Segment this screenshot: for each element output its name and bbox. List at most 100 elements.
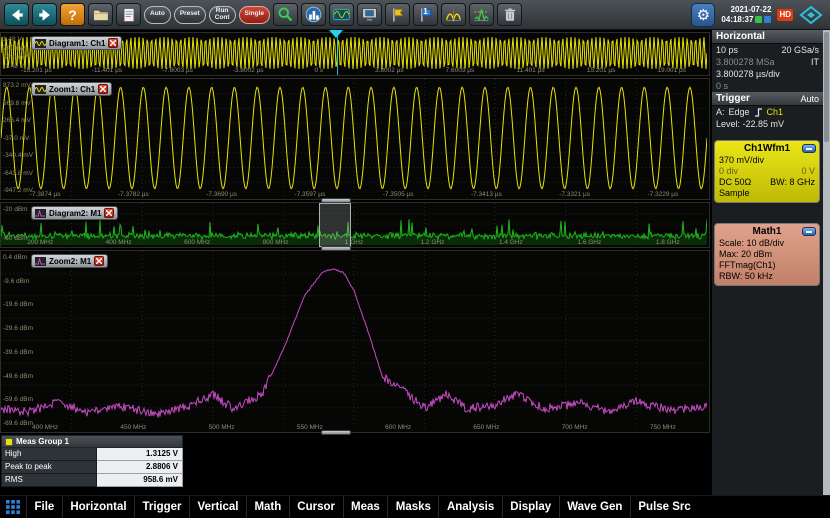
single-label: Single [244, 10, 265, 18]
marker-flag-button[interactable]: 1 [413, 3, 439, 26]
math1-max-value: Max: 20 dBm [719, 249, 773, 259]
zoom2-panel[interactable]: Zoom2: M1 0.4 dBm -9.6 dBm -19.6 dBm -29.6 … [0, 250, 710, 433]
close-icon[interactable] [98, 84, 109, 94]
run-continuous-button[interactable]: Run Cont [208, 5, 236, 24]
menu-item-meas[interactable]: Meas [342, 495, 388, 518]
delete-button[interactable] [497, 3, 523, 26]
zoom2-tab[interactable]: Zoom2: M1 [31, 254, 109, 268]
menu-item-display[interactable]: Display [501, 495, 559, 518]
close-icon[interactable] [94, 256, 105, 266]
diagram1-tab[interactable]: Diagram1: Ch1 [31, 36, 123, 50]
marker-number: 1 [423, 7, 428, 16]
spectrum-icon [474, 9, 489, 22]
meas-label: High [1, 448, 97, 461]
channel-waveform-icon [35, 38, 46, 48]
magnifier-icon [278, 7, 293, 22]
gear-icon: ⚙ [696, 6, 711, 24]
trigger-section-header[interactable]: Trigger Auto [712, 92, 823, 106]
minimize-icon[interactable] [802, 227, 816, 236]
menu-item-file[interactable]: File [26, 495, 62, 518]
ch1-signal-card[interactable]: Ch1Wfm1 370 mV/div 0 div 0 V DC 50Ω BW: … [714, 140, 820, 203]
scrollbar-thumb[interactable] [824, 32, 829, 142]
folder-icon [93, 9, 109, 21]
histogram-button[interactable] [301, 3, 327, 26]
time-text: 04:18:37 [721, 14, 754, 24]
meas-group-header[interactable]: Meas Group 1 [1, 435, 183, 448]
ch1-coupling-value: DC 50Ω [719, 177, 752, 187]
panel-splitter[interactable] [321, 430, 351, 435]
annotate-flag-button[interactable] [385, 3, 411, 26]
zoom2-tab-label: Zoom2: M1 [49, 256, 92, 266]
monitor-icon [362, 8, 377, 21]
spectrum-button[interactable] [469, 3, 495, 26]
math-waveform-icon [35, 256, 46, 266]
horizontal-row: 3.800278 MSa IT [712, 56, 823, 68]
menu-item-horizontal[interactable]: Horizontal [61, 495, 134, 518]
menu-item-trigger[interactable]: Trigger [134, 495, 189, 518]
resolution-value: 10 ps [716, 45, 739, 55]
menu-item-masks[interactable]: Masks [387, 495, 438, 518]
zoom-button[interactable] [273, 3, 299, 26]
meas-value: 2.8806 V [97, 461, 183, 474]
diagram1-panel[interactable]: Diagram1: Ch1 1.48 V 740 mV -740 mV -1.48 V… [0, 32, 710, 76]
single-button[interactable]: Single [238, 5, 271, 24]
sidebar-scrollbar[interactable] [823, 30, 830, 495]
math1-card-title: Math1 [752, 226, 782, 237]
menu-item-math[interactable]: Math [245, 495, 289, 518]
meas-gate-button[interactable] [329, 3, 355, 26]
trigger-source-value: Ch1 [766, 107, 784, 117]
trigger-title: Trigger [716, 93, 750, 104]
meas-label: Peak to peak [1, 461, 97, 474]
menu-item-wave-gen[interactable]: Wave Gen [558, 495, 630, 518]
diagram2-tab[interactable]: Diagram2: M1 [31, 206, 119, 220]
trigger-event-label: A: [716, 107, 725, 117]
menu-item-vertical[interactable]: Vertical [189, 495, 246, 518]
horizontal-section-header[interactable]: Horizontal [712, 30, 823, 44]
menu-item-cursor[interactable]: Cursor [288, 495, 343, 518]
top-toolbar: ? Auto Preset Run Cont Single 1 ⚙ 2021-0… [0, 0, 830, 30]
undo-button[interactable] [4, 3, 29, 26]
hd-badge: HD [777, 8, 793, 21]
redo-button[interactable] [32, 3, 57, 26]
close-icon[interactable] [104, 208, 115, 218]
open-recall-button[interactable] [88, 3, 113, 26]
bottom-menu-bar: File Horizontal Trigger Vertical Math Cu… [0, 495, 830, 518]
math-waveform-icon [35, 208, 46, 218]
meas-value: 958.6 mV [97, 474, 183, 487]
autoset-button[interactable]: Auto [144, 5, 171, 24]
zoom1-tab[interactable]: Zoom1: Ch1 [31, 82, 113, 96]
toolbar-right-cluster: ⚙ 2021-07-22 04:18:37 HD [691, 2, 826, 27]
panel-splitter[interactable] [321, 246, 351, 251]
report-button[interactable] [116, 3, 141, 26]
document-icon [123, 7, 134, 22]
zoom1-panel[interactable]: Zoom1: Ch1 873.2 mV 569.8 mV 266.4 mV -37.0… [0, 78, 710, 200]
math1-signal-card[interactable]: Math1 Scale: 10 dB/div Max: 20 dBm FFTma… [714, 223, 820, 286]
menu-item-pulse-src[interactable]: Pulse Src [629, 495, 698, 518]
trigger-position-marker[interactable] [329, 30, 343, 38]
diagram2-panel[interactable]: Diagram2: M1 -20 dBm -80 dBm 200 MHz 400 MH… [0, 202, 710, 248]
horizontal-row: 10 ps 20 GSa/s [712, 44, 823, 56]
zoom1-region-marker[interactable] [337, 35, 338, 75]
status-blue-icon [764, 16, 772, 23]
fft-button[interactable] [441, 3, 467, 26]
ch1-offset-value: 0 V [801, 166, 815, 176]
panel-splitter[interactable] [321, 198, 351, 203]
screenshot-button[interactable] [357, 3, 383, 26]
rs-logo-icon [799, 5, 823, 24]
minimize-icon[interactable] [802, 144, 816, 153]
math1-scale-value: Scale: 10 dB/div [719, 238, 785, 248]
close-icon[interactable] [108, 38, 119, 48]
help-button[interactable]: ? [60, 3, 85, 26]
rising-edge-icon [754, 107, 762, 117]
ch1-card-title: Ch1Wfm1 [743, 143, 791, 154]
menu-button[interactable] [0, 496, 26, 518]
zoom2-region-marker[interactable] [319, 203, 351, 247]
settings-button[interactable]: ⚙ [691, 2, 716, 27]
trigger-type-value: Edge [728, 107, 750, 117]
sample-rate-value: 20 GSa/s [781, 45, 819, 55]
signal-bar: Horizontal 10 ps 20 GSa/s 3.800278 MSa I… [712, 30, 830, 495]
question-mark-icon: ? [68, 6, 77, 23]
apps-grid-icon [6, 499, 20, 514]
menu-item-analysis[interactable]: Analysis [438, 495, 501, 518]
preset-button[interactable]: Preset [173, 5, 206, 24]
